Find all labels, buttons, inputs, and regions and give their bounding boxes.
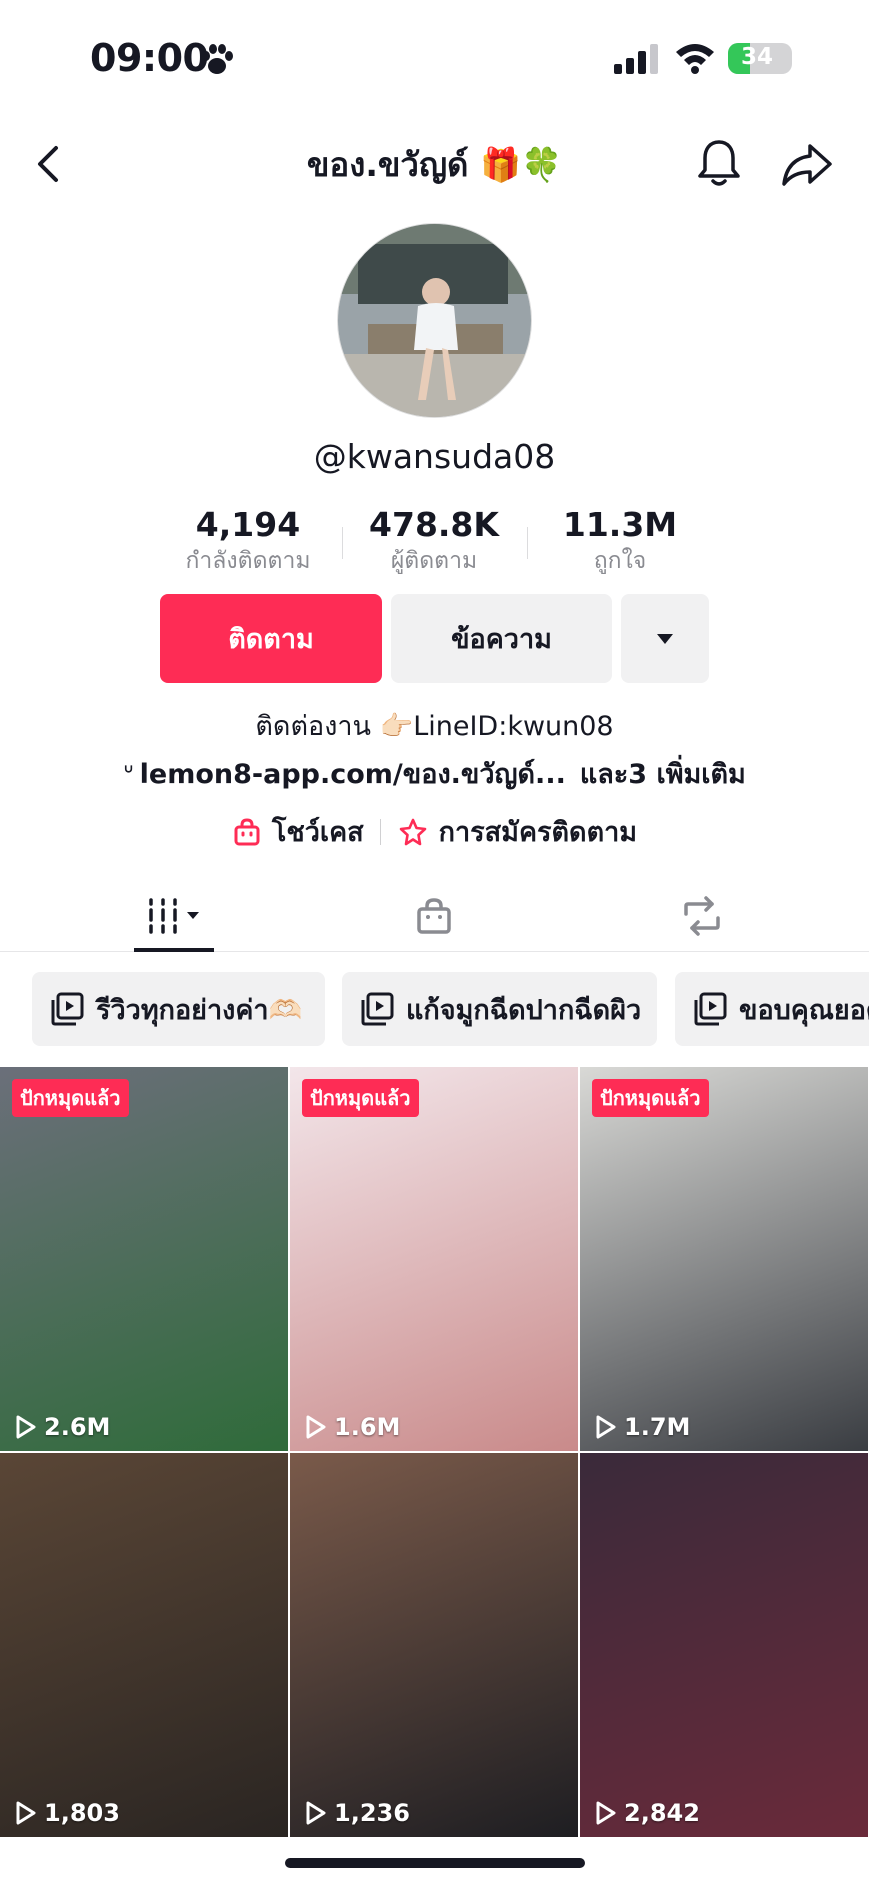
battery-percent: 34 — [740, 44, 773, 70]
tab-shop[interactable] — [394, 880, 474, 952]
play-icon — [16, 1801, 36, 1825]
status-bar: 09:00 34 — [0, 0, 869, 120]
bio-link-row[interactable]: ᐡ lemon8-app.com/ของ.ขวัญด์... และ3 เพิ่มเ… — [0, 752, 869, 795]
paw-icon — [202, 44, 233, 74]
playlist-icon — [361, 992, 394, 1026]
playlist-icon — [51, 992, 84, 1026]
pinned-badge: ปักหมุดแล้ว — [302, 1079, 419, 1117]
view-count: 1.7M — [592, 1413, 690, 1441]
bell-icon[interactable] — [694, 136, 744, 190]
play-icon — [596, 1415, 616, 1439]
video-thumbnail — [0, 1067, 288, 1451]
tab-videos[interactable] — [130, 880, 220, 952]
view-count-text: 1,803 — [44, 1799, 120, 1827]
profile-badges: โชว์เคส การสมัครติดตาม — [0, 810, 869, 853]
battery-icon: 34 — [728, 43, 792, 74]
video-thumbnail — [290, 1453, 578, 1837]
stat-likes[interactable]: 11.3M ถูกใจ — [530, 505, 710, 577]
avatar-image — [338, 224, 531, 417]
star-badge-icon — [399, 818, 426, 845]
subscription-label: การสมัครติดตาม — [438, 817, 638, 848]
view-count-text: 2.6M — [44, 1413, 111, 1441]
username: @kwansuda08 — [313, 437, 556, 476]
playlist-label: ขอบคุณยอด — [739, 994, 869, 1026]
video-tile[interactable]: ปักหมุดแล้ว 2.6M — [0, 1067, 288, 1451]
video-tile[interactable]: 1,803 — [0, 1453, 288, 1837]
view-count-text: 1,236 — [334, 1799, 410, 1827]
pinned-badge: ปักหมุดแล้ว — [592, 1079, 709, 1117]
playlist-chip[interactable]: ขอบคุณยอด — [675, 972, 869, 1046]
playlist-label: แก้จมูกฉีดปากฉีดผิว — [406, 994, 642, 1026]
back-icon[interactable] — [28, 142, 72, 186]
play-icon — [306, 1801, 326, 1825]
video-tile[interactable]: 1,236 — [290, 1453, 578, 1837]
view-count-text: 2,842 — [624, 1799, 700, 1827]
view-count-text: 1.7M — [624, 1413, 691, 1441]
video-tile[interactable]: ปักหมุดแล้ว 1.7M — [580, 1067, 868, 1451]
badge-divider — [379, 818, 381, 845]
pinned-badge: ปักหมุดแล้ว — [12, 1079, 129, 1117]
view-count: 1,236 — [302, 1799, 410, 1827]
home-indicator — [285, 1858, 585, 1868]
shop-bag-icon — [417, 898, 451, 934]
stat-divider — [342, 527, 343, 559]
view-count: 1.6M — [302, 1413, 400, 1441]
video-grid: ปักหมุดแล้ว 2.6M ปักหมุดแล้ว 1.6M ปักหมุดแล้… — [0, 1067, 869, 1884]
video-thumbnail — [290, 1067, 578, 1451]
share-icon[interactable] — [780, 140, 834, 188]
stat-following[interactable]: 4,194 กำลังติดตาม — [158, 505, 338, 577]
video-tile[interactable]: ปักหมุดแล้ว 1.6M — [290, 1067, 578, 1451]
videos-grid-icon — [149, 898, 199, 934]
view-count: 2.6M — [12, 1413, 110, 1441]
play-icon — [596, 1801, 616, 1825]
play-icon — [306, 1415, 326, 1439]
wifi-icon — [676, 44, 714, 74]
stat-followers[interactable]: 478.8K ผู้ติดตาม — [344, 505, 524, 577]
follow-button[interactable]: ติดตาม — [160, 594, 382, 683]
playlist-icon — [694, 992, 727, 1026]
view-count: 1,803 — [12, 1799, 120, 1827]
suggested-accounts-button[interactable] — [621, 594, 709, 683]
stat-divider — [527, 527, 528, 559]
page-title: ของ.ขวัญด์ 🎁🍀 — [306, 145, 563, 184]
bio-text: ติดต่องาน 👉🏻LineID:kwun08 — [255, 711, 614, 742]
video-thumbnail — [580, 1453, 868, 1837]
followers-label: ผู้ติดตาม — [390, 548, 478, 574]
followers-count: 478.8K — [369, 505, 499, 544]
shopping-bag-icon — [234, 817, 260, 845]
showcase-label: โชว์เคส — [271, 817, 364, 848]
bio-link-more[interactable]: และ3 เพิ่มเติม — [580, 759, 746, 790]
video-tile[interactable]: 2,842 — [580, 1453, 868, 1837]
likes-label: ถูกใจ — [593, 548, 647, 574]
view-count-text: 1.6M — [334, 1413, 401, 1441]
playlist-chip[interactable]: แก้จมูกฉีดปากฉีดผิว — [342, 972, 657, 1046]
following-label: กำลังติดตาม — [185, 548, 311, 574]
video-thumbnail — [580, 1067, 868, 1451]
tab-reposts[interactable] — [662, 880, 742, 952]
playlist-chip[interactable]: รีวิวทุกอย่างค่า🫶🏻 — [32, 972, 325, 1046]
showcase-badge[interactable]: โชว์เคส — [232, 810, 364, 853]
signal-icon — [614, 44, 658, 74]
caret-down-icon — [657, 633, 673, 644]
lemon8-icon: ᐡ — [123, 759, 134, 790]
repost-icon — [684, 896, 720, 936]
bio-link[interactable]: lemon8-app.com/ของ.ขวัญด์... — [140, 759, 566, 790]
profile-tabs — [0, 880, 869, 952]
message-button[interactable]: ข้อความ — [391, 594, 612, 683]
video-thumbnail — [0, 1453, 288, 1837]
profile-header: ของ.ขวัญด์ 🎁🍀 — [0, 128, 869, 204]
active-tab-indicator — [134, 948, 214, 952]
subscription-badge[interactable]: การสมัครติดตาม — [397, 810, 637, 853]
avatar[interactable] — [337, 223, 532, 418]
playlist-row: รีวิวทุกอย่างค่า🫶🏻 แก้จมูกฉีดปากฉีดผิว ข… — [0, 972, 869, 1048]
play-icon — [16, 1415, 36, 1439]
view-count: 2,842 — [592, 1799, 700, 1827]
playlist-label: รีวิวทุกอย่างค่า🫶🏻 — [96, 994, 303, 1026]
status-time: 09:00 — [90, 36, 209, 80]
following-count: 4,194 — [195, 505, 301, 544]
likes-count: 11.3M — [562, 505, 678, 544]
